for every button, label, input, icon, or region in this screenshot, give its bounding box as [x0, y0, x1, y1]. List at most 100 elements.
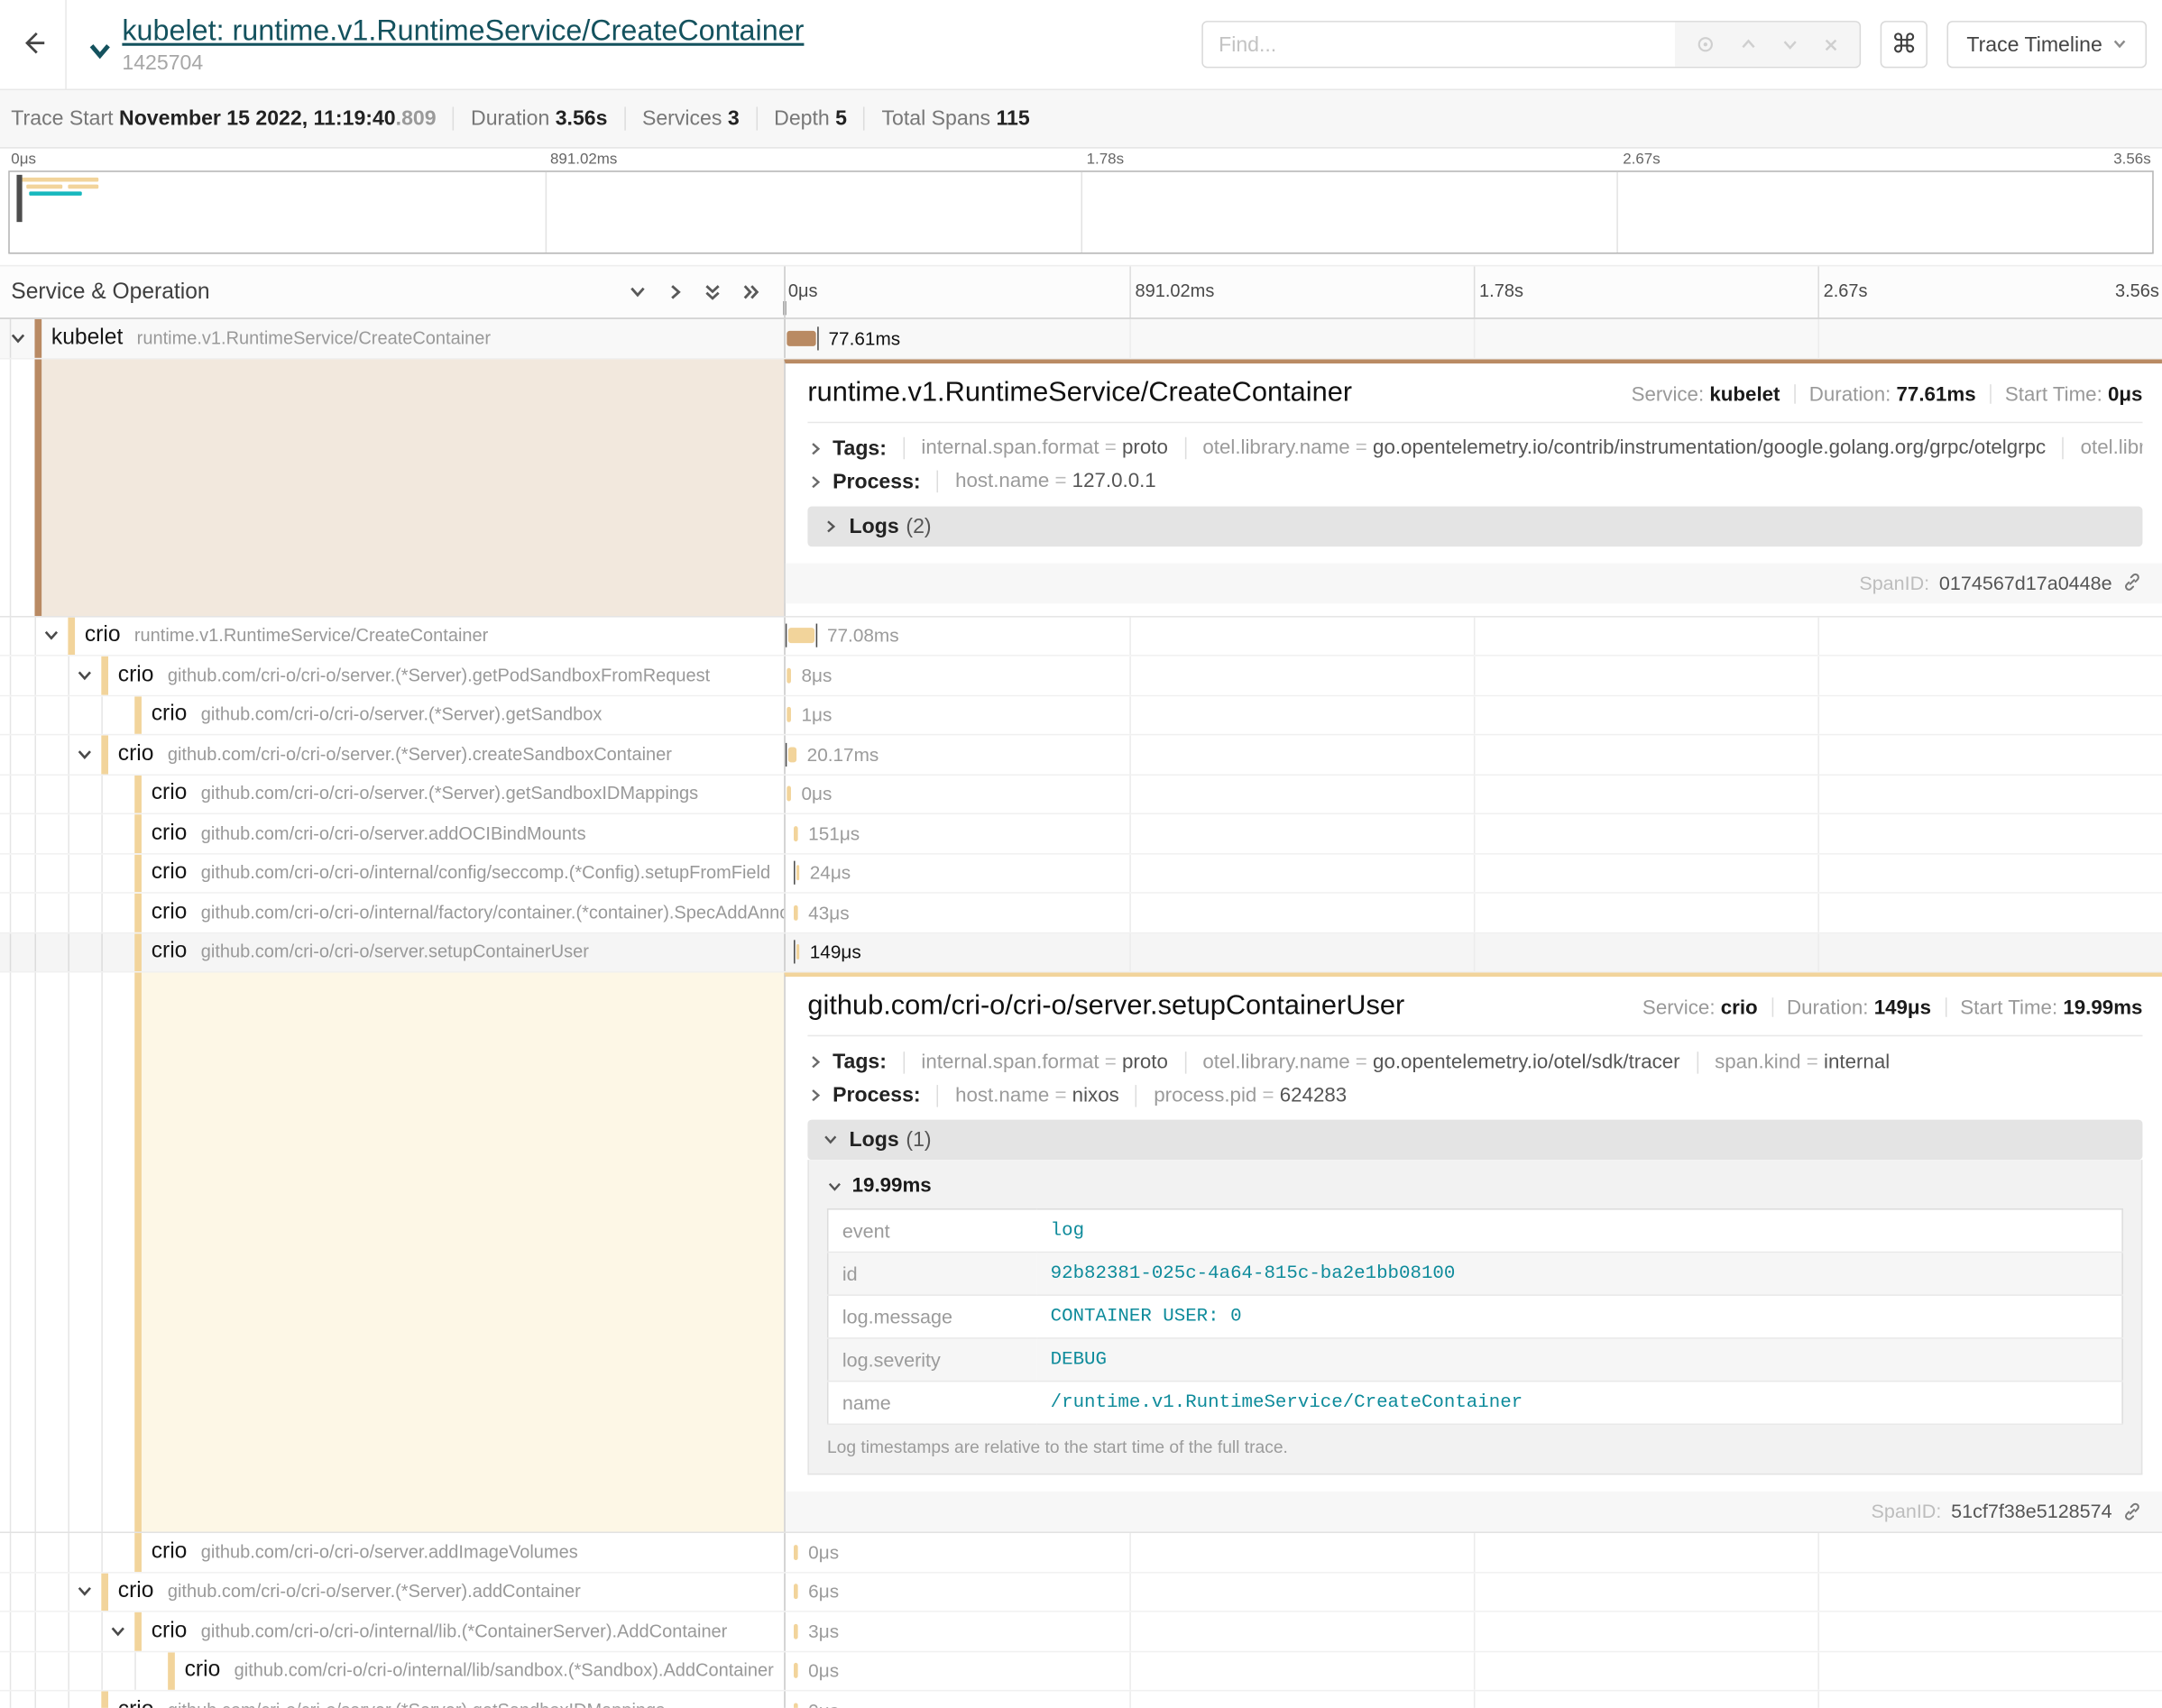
span-timeline-cell[interactable]: 3μs: [784, 1612, 2162, 1650]
span-timeline-cell[interactable]: 149μs: [784, 933, 2162, 971]
span-timeline-cell[interactable]: 0μs: [784, 1533, 2162, 1571]
span-row[interactable]: criogithub.com/cri-o/cri-o/internal/fact…: [0, 894, 2162, 933]
tags-row[interactable]: Tags:internal.span.format = protootel.li…: [807, 436, 2142, 460]
span-duration-bar[interactable]: [794, 1703, 797, 1708]
expand-all-icon[interactable]: [704, 283, 722, 301]
minimap-canvas[interactable]: [8, 170, 2154, 253]
span-row[interactable]: criogithub.com/cri-o/cri-o/server.addOCI…: [0, 814, 2162, 854]
span-duration-bar[interactable]: [787, 747, 796, 762]
span-name-cell[interactable]: criogithub.com/cri-o/cri-o/internal/conf…: [0, 854, 784, 892]
tag-item[interactable]: span.kind = internal: [1697, 1051, 1907, 1073]
span-name-cell[interactable]: criogithub.com/cri-o/cri-o/server.setupC…: [0, 933, 784, 971]
span-row[interactable]: criogithub.com/cri-o/cri-o/server.(*Serv…: [0, 657, 2162, 696]
span-duration-bar[interactable]: [794, 1545, 797, 1560]
span-duration-bar[interactable]: [787, 667, 790, 683]
clear-find-icon[interactable]: [1822, 35, 1840, 53]
span-expand-chevron-icon[interactable]: [77, 667, 93, 684]
span-expand-chevron-icon[interactable]: [77, 1584, 93, 1600]
deep-link-icon[interactable]: [2121, 1501, 2142, 1521]
span-row[interactable]: criogithub.com/cri-o/cri-o/server.addIma…: [0, 1533, 2162, 1573]
logs-accordion-header[interactable]: Logs(1): [807, 1120, 2142, 1161]
span-row[interactable]: criogithub.com/cri-o/cri-o/server.(*Serv…: [0, 1573, 2162, 1612]
span-expand-chevron-icon[interactable]: [110, 1623, 126, 1639]
span-timeline-cell[interactable]: 0μs: [784, 1652, 2162, 1690]
span-name-cell[interactable]: criogithub.com/cri-o/cri-o/server.(*Serv…: [0, 1573, 784, 1611]
span-duration-bar[interactable]: [794, 1663, 797, 1678]
prev-match-icon[interactable]: [1739, 34, 1759, 54]
span-duration-bar[interactable]: [787, 786, 790, 802]
span-name-cell[interactable]: criogithub.com/cri-o/cri-o/server.(*Serv…: [0, 696, 784, 734]
trace-collapse-chevron-icon[interactable]: [86, 37, 114, 71]
span-timeline-cell[interactable]: 77.61ms: [784, 319, 2162, 357]
span-duration-bar[interactable]: [787, 331, 815, 346]
span-duration-bar[interactable]: [788, 629, 814, 644]
tag-item[interactable]: internal.span.format = proto: [903, 437, 1184, 460]
span-name-cell[interactable]: kubeletruntime.v1.RuntimeService/CreateC…: [0, 319, 784, 357]
process-row[interactable]: Process:host.name = 127.0.0.1: [807, 470, 2142, 493]
span-name-cell[interactable]: crioruntime.v1.RuntimeService/CreateCont…: [0, 617, 784, 655]
span-row[interactable]: criogithub.com/cri-o/cri-o/internal/conf…: [0, 854, 2162, 894]
locate-icon[interactable]: [1695, 33, 1717, 56]
span-row[interactable]: criogithub.com/cri-o/cri-o/server.setupC…: [0, 933, 2162, 973]
span-timeline-cell[interactable]: 8μs: [784, 657, 2162, 694]
span-timeline-cell[interactable]: 20.17ms: [784, 735, 2162, 773]
span-name-cell[interactable]: criogithub.com/cri-o/cri-o/server.addOCI…: [0, 814, 784, 852]
span-timeline-cell[interactable]: 0μs: [784, 1691, 2162, 1707]
span-duration-bar[interactable]: [794, 905, 797, 920]
span-timeline-cell[interactable]: 24μs: [784, 854, 2162, 892]
view-selector-button[interactable]: Trace Timeline: [1947, 21, 2147, 68]
span-name-cell[interactable]: criogithub.com/cri-o/cri-o/internal/lib.…: [0, 1612, 784, 1650]
tag-item[interactable]: internal.span.format = proto: [903, 1051, 1184, 1073]
span-duration-bar[interactable]: [794, 826, 797, 841]
tag-item[interactable]: otel.library.v…: [2063, 437, 2143, 460]
span-expand-chevron-icon[interactable]: [77, 746, 93, 762]
tags-row[interactable]: Tags:internal.span.format = protootel.li…: [807, 1051, 2142, 1074]
span-timeline-cell[interactable]: 0μs: [784, 775, 2162, 813]
back-button[interactable]: [0, 0, 67, 88]
span-expand-chevron-icon[interactable]: [10, 330, 26, 346]
span-row[interactable]: criogithub.com/cri-o/cri-o/server.(*Serv…: [0, 696, 2162, 736]
span-name-cell[interactable]: criogithub.com/cri-o/cri-o/server.(*Serv…: [0, 1691, 784, 1707]
span-name-cell[interactable]: criogithub.com/cri-o/cri-o/server.addIma…: [0, 1533, 784, 1571]
span-duration-bar[interactable]: [796, 866, 798, 881]
span-name-cell[interactable]: criogithub.com/cri-o/cri-o/server.(*Serv…: [0, 735, 784, 773]
span-expand-chevron-icon[interactable]: [43, 628, 60, 644]
span-name-cell[interactable]: criogithub.com/cri-o/cri-o/internal/fact…: [0, 894, 784, 932]
tag-item[interactable]: otel.library.name = go.opentelemetry.io/…: [1184, 437, 2062, 460]
deep-link-icon[interactable]: [2121, 572, 2142, 592]
collapse-one-icon[interactable]: [666, 283, 684, 301]
span-row[interactable]: criogithub.com/cri-o/cri-o/server.(*Serv…: [0, 735, 2162, 775]
span-name-cell[interactable]: criogithub.com/cri-o/cri-o/server.(*Serv…: [0, 775, 784, 813]
tag-item[interactable]: host.name = nixos: [937, 1084, 1136, 1107]
span-name-cell[interactable]: criogithub.com/cri-o/cri-o/internal/lib/…: [0, 1652, 784, 1690]
tag-item[interactable]: process.pid = 624283: [1136, 1084, 1363, 1107]
logs-accordion-header[interactable]: Logs(2): [807, 506, 2142, 546]
span-duration-bar[interactable]: [794, 1623, 797, 1639]
tag-item[interactable]: otel.library.name = go.opentelemetry.io/…: [1184, 1051, 1697, 1073]
span-row[interactable]: criogithub.com/cri-o/cri-o/server.(*Serv…: [0, 1691, 2162, 1707]
find-input[interactable]: [1203, 23, 1675, 67]
span-timeline-cell[interactable]: 6μs: [784, 1573, 2162, 1611]
span-timeline-cell[interactable]: 1μs: [784, 696, 2162, 734]
span-timeline-cell[interactable]: 151μs: [784, 814, 2162, 852]
span-duration-bar[interactable]: [796, 944, 798, 960]
tag-item[interactable]: host.name = 127.0.0.1: [937, 471, 1173, 493]
span-name-cell[interactable]: criogithub.com/cri-o/cri-o/server.(*Serv…: [0, 657, 784, 694]
span-timeline-cell[interactable]: 43μs: [784, 894, 2162, 932]
span-duration-bar[interactable]: [787, 707, 790, 722]
span-row[interactable]: crioruntime.v1.RuntimeService/CreateCont…: [0, 617, 2162, 657]
span-timeline-cell[interactable]: 77.08ms: [784, 617, 2162, 655]
process-row[interactable]: Process:host.name = nixosprocess.pid = 6…: [807, 1084, 2142, 1107]
next-match-icon[interactable]: [1780, 34, 1800, 54]
span-row[interactable]: criogithub.com/cri-o/cri-o/internal/lib/…: [0, 1652, 2162, 1692]
trace-title-link[interactable]: kubelet: runtime.v1.RuntimeService/Creat…: [122, 14, 804, 46]
span-duration-bar[interactable]: [794, 1584, 797, 1600]
span-row[interactable]: kubeletruntime.v1.RuntimeService/CreateC…: [0, 319, 2162, 359]
span-row[interactable]: criogithub.com/cri-o/cri-o/server.(*Serv…: [0, 775, 2162, 814]
expand-one-icon[interactable]: [629, 283, 647, 301]
minimap-scrubber-handle[interactable]: [16, 175, 22, 222]
keyboard-shortcuts-button[interactable]: ⌘: [1881, 21, 1927, 68]
log-entry-header[interactable]: 19.99ms: [827, 1175, 2123, 1198]
collapse-all-icon[interactable]: [741, 283, 759, 301]
span-row[interactable]: criogithub.com/cri-o/cri-o/internal/lib.…: [0, 1612, 2162, 1652]
